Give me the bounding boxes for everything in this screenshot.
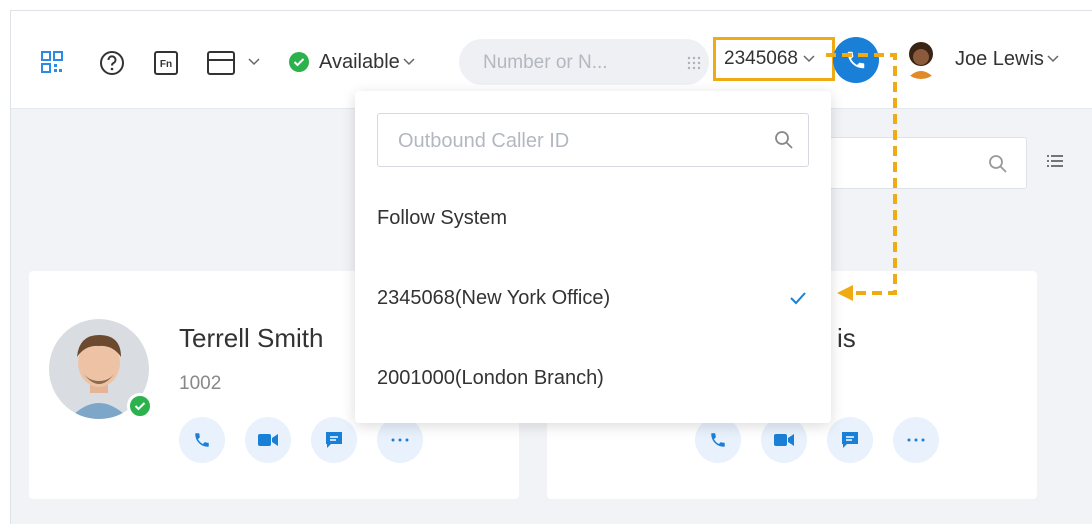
chevron-down-icon bbox=[803, 55, 815, 63]
chevron-down-icon[interactable] bbox=[247, 55, 261, 69]
chevron-down-icon bbox=[1047, 55, 1059, 63]
message-icon bbox=[326, 432, 342, 448]
online-status-badge bbox=[127, 393, 153, 419]
app-window: Fn Available Number or N... 2345068 Joe … bbox=[10, 10, 1092, 524]
user-name: Joe Lewis bbox=[955, 47, 1044, 70]
caller-id-option-selected[interactable]: 2345068(New York Office) bbox=[377, 287, 610, 310]
fn-key-icon[interactable]: Fn bbox=[154, 51, 178, 75]
more-icon bbox=[391, 438, 409, 442]
video-icon bbox=[258, 434, 278, 446]
more-actions-button[interactable] bbox=[893, 417, 939, 463]
phone-icon bbox=[711, 433, 725, 447]
dial-input[interactable]: Number or N... bbox=[459, 39, 709, 85]
caller-id-option[interactable]: 2001000(London Branch) bbox=[377, 367, 604, 390]
contact-extension: 1002 bbox=[179, 373, 222, 394]
contact-actions bbox=[179, 417, 423, 463]
caller-id-value: 2345068 bbox=[724, 48, 798, 69]
dialpad-icon[interactable] bbox=[687, 56, 701, 70]
caller-id-search-input[interactable]: Outbound Caller ID bbox=[377, 113, 809, 167]
chevron-down-icon bbox=[403, 58, 415, 66]
status-label: Available bbox=[319, 50, 400, 73]
contact-name: is bbox=[837, 323, 856, 353]
layout-icon[interactable] bbox=[207, 51, 235, 75]
caller-id-selector[interactable]: 2345068 bbox=[713, 37, 835, 81]
caller-id-search-placeholder: Outbound Caller ID bbox=[398, 130, 570, 152]
phone-icon bbox=[195, 433, 209, 447]
search-icon bbox=[775, 131, 793, 149]
presence-status[interactable]: Available bbox=[289, 47, 416, 77]
more-actions-button[interactable] bbox=[377, 417, 423, 463]
dial-placeholder: Number or N... bbox=[483, 52, 608, 73]
message-icon bbox=[842, 432, 858, 448]
user-menu[interactable]: Joe Lewis bbox=[901, 37, 1060, 81]
video-call-button[interactable] bbox=[761, 417, 807, 463]
caller-id-option[interactable]: Follow System bbox=[377, 207, 507, 230]
qr-code-icon[interactable] bbox=[41, 51, 63, 73]
video-call-button[interactable] bbox=[245, 417, 291, 463]
check-circle-icon bbox=[289, 52, 309, 72]
call-contact-button[interactable] bbox=[179, 417, 225, 463]
phone-icon bbox=[847, 51, 865, 69]
call-contact-button[interactable] bbox=[695, 417, 741, 463]
message-button[interactable] bbox=[827, 417, 873, 463]
caller-id-dropdown: Outbound Caller ID Follow System 2345068… bbox=[355, 91, 831, 423]
contact-actions bbox=[695, 417, 939, 463]
checkmark-icon bbox=[790, 292, 806, 305]
more-icon bbox=[907, 438, 925, 442]
contact-name: Terrell Smith bbox=[179, 323, 324, 353]
message-button[interactable] bbox=[311, 417, 357, 463]
call-button[interactable] bbox=[833, 37, 879, 83]
avatar bbox=[901, 39, 941, 79]
svg-text:Fn: Fn bbox=[160, 59, 172, 70]
video-icon bbox=[774, 434, 794, 446]
help-icon[interactable] bbox=[99, 50, 125, 76]
contact-search-input[interactable] bbox=[811, 137, 1027, 189]
search-icon bbox=[989, 155, 1007, 173]
list-view-icon[interactable] bbox=[1047, 153, 1063, 169]
